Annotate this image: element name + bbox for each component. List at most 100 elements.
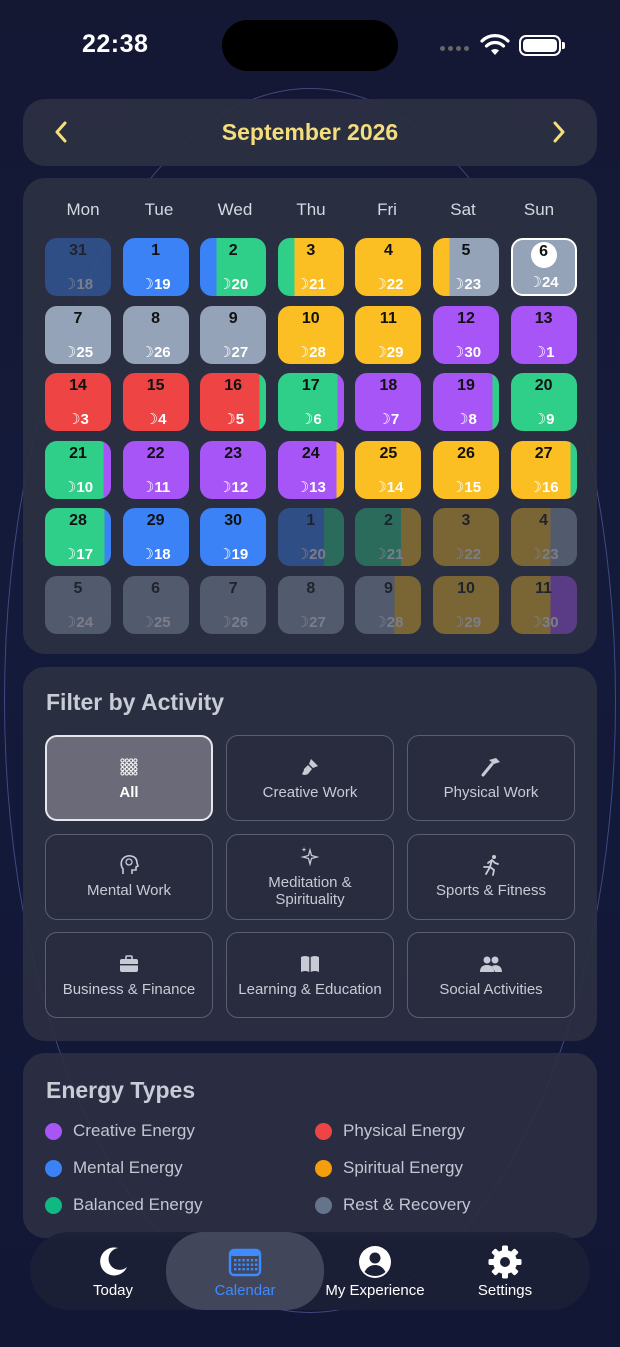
calendar-day[interactable]: 3 ☽21	[277, 238, 344, 296]
lunar-day: ☽9	[532, 411, 555, 428]
lunar-day: ☽19	[218, 546, 249, 563]
energy-label: Physical Energy	[343, 1121, 465, 1140]
calendar-day[interactable]: 4 ☽23	[510, 508, 577, 566]
calendar-day[interactable]: 4 ☽22	[355, 238, 422, 296]
calendar-day[interactable]: 22 ☽11	[122, 440, 189, 499]
tab-my-experience[interactable]: My Experience	[316, 1232, 434, 1310]
moon-icon	[96, 1244, 130, 1280]
day-number: 6	[539, 243, 549, 260]
calendar-day[interactable]: 5 ☽24	[45, 575, 111, 634]
weekday-label: Tue	[144, 200, 174, 219]
calendar-day[interactable]: 30 ☽19	[200, 508, 267, 566]
calendar-day[interactable]: 6 ☽25	[122, 575, 189, 634]
day-number: 5	[73, 579, 83, 597]
sparkles-icon	[299, 846, 321, 868]
calendar-day[interactable]: 1 ☽20	[277, 508, 344, 566]
lunar-day: ☽25	[140, 613, 171, 631]
tab-today[interactable]: Today	[50, 1232, 176, 1310]
lunar-day: ☽1	[532, 343, 555, 361]
filter-label: Learning & Education	[238, 980, 382, 998]
energy-legend-item: Rest & Recovery	[315, 1195, 471, 1215]
calendar-day[interactable]: 3 ☽22	[433, 508, 499, 566]
calendar-day[interactable]: 2 ☽20	[200, 238, 267, 296]
calendar-day[interactable]: 7 ☽25	[45, 305, 111, 364]
filter-button[interactable]: Meditation & Spirituality	[226, 833, 394, 920]
tab-calendar[interactable]: Calendar	[166, 1232, 324, 1310]
dynamic-island	[222, 20, 398, 71]
calendar-day[interactable]: 21 ☽10	[45, 440, 111, 499]
calendar-day[interactable]: 18 ☽7	[355, 373, 422, 431]
lunar-day: ☽19	[140, 276, 171, 293]
hammer-icon	[480, 756, 502, 778]
tab-settings[interactable]: Settings	[442, 1232, 568, 1310]
tab-label: My Experience	[325, 1281, 425, 1299]
calendar-day[interactable]: 9 ☽28	[355, 575, 422, 634]
lunar-day: ☽20	[295, 546, 326, 563]
filter-button[interactable]: Social Activities	[407, 932, 575, 1018]
calendar-day[interactable]: 2 ☽21	[355, 508, 422, 566]
next-month-button[interactable]	[545, 118, 573, 146]
day-number: 11	[535, 579, 553, 597]
calendar-day[interactable]: 9 ☽27	[200, 305, 267, 364]
calendar-day[interactable]: 1 ☽19	[122, 238, 189, 296]
previous-month-button[interactable]	[47, 118, 75, 146]
energy-title: Energy Types	[46, 1077, 196, 1103]
calendar-day[interactable]: 29 ☽18	[122, 508, 189, 566]
lunar-day: ☽21	[373, 546, 404, 563]
calendar-day[interactable]: 10 ☽28	[277, 305, 344, 364]
filter-button[interactable]: Sports & Fitness	[407, 833, 575, 920]
day-number: 4	[539, 512, 549, 529]
energy-label: Balanced Energy	[73, 1195, 203, 1214]
calendar-day[interactable]: 16 ☽5	[200, 373, 267, 431]
filter-button[interactable]: Creative Work	[226, 735, 394, 821]
calendar-day[interactable]: 20 ☽9	[510, 373, 577, 431]
day-number: 30	[224, 512, 243, 529]
running-figure-icon	[481, 854, 501, 876]
calendar-day[interactable]: 10 ☽29	[433, 575, 499, 634]
calendar-day[interactable]: 5 ☽23	[433, 238, 499, 296]
filter-button[interactable]: Business & Finance	[45, 932, 213, 1018]
calendar-day[interactable]: 28 ☽17	[45, 508, 111, 566]
day-number: 12	[457, 309, 475, 327]
filter-label: Social Activities	[439, 980, 543, 998]
energy-color-dot	[45, 1159, 62, 1177]
day-number: 10	[457, 579, 475, 597]
calendar-day[interactable]: 24 ☽13	[277, 440, 344, 499]
filter-button[interactable]: Mental Work	[45, 833, 213, 920]
calendar-day[interactable]: 25 ☽14	[355, 440, 422, 499]
filter-button[interactable]: All	[45, 735, 213, 821]
calendar-day-today[interactable]: 6 ☽24	[510, 238, 577, 296]
calendar-day[interactable]: 27 ☽16	[510, 440, 577, 499]
calendar-day[interactable]: 15 ☽4	[122, 373, 189, 431]
filter-button[interactable]: Physical Work	[407, 735, 575, 821]
day-number: 3	[306, 242, 316, 259]
calendar-day[interactable]: 17 ☽6	[277, 373, 344, 431]
lunar-day: ☽11	[140, 478, 171, 496]
filter-button[interactable]: Learning & Education	[226, 932, 394, 1018]
calendar-day[interactable]: 14 ☽3	[45, 373, 111, 431]
calendar-day[interactable]: 11 ☽29	[355, 305, 422, 364]
tab-label: Settings	[477, 1281, 533, 1299]
lunar-day: ☽10	[62, 478, 94, 496]
calendar-day[interactable]: 23 ☽12	[200, 440, 267, 499]
calendar-day[interactable]: 19 ☽8	[433, 373, 499, 431]
calendar-day[interactable]: 12 ☽30	[433, 305, 499, 364]
calendar-day[interactable]: 31 ☽18	[45, 238, 111, 296]
day-number: 9	[228, 309, 238, 327]
calendar-day[interactable]: 7 ☽26	[200, 575, 267, 634]
paintbrush-icon	[300, 756, 320, 778]
calendar-day[interactable]: 8 ☽26	[122, 305, 189, 364]
day-number: 26	[457, 444, 475, 462]
lunar-day: ☽4	[144, 411, 167, 428]
book-icon	[299, 953, 321, 975]
calendar-day[interactable]: 11 ☽30	[510, 575, 577, 634]
lunar-day: ☽18	[62, 276, 94, 293]
calendar-day[interactable]: 13 ☽1	[510, 305, 577, 364]
energy-color-dot	[45, 1196, 62, 1214]
weekday-label: Sat	[450, 200, 476, 219]
calendar-day[interactable]: 8 ☽27	[277, 575, 344, 634]
calendar-day[interactable]: 26 ☽15	[433, 440, 499, 499]
day-number: 17	[301, 377, 320, 394]
chevron-right-icon	[553, 121, 565, 143]
energy-color-dot	[315, 1122, 332, 1140]
